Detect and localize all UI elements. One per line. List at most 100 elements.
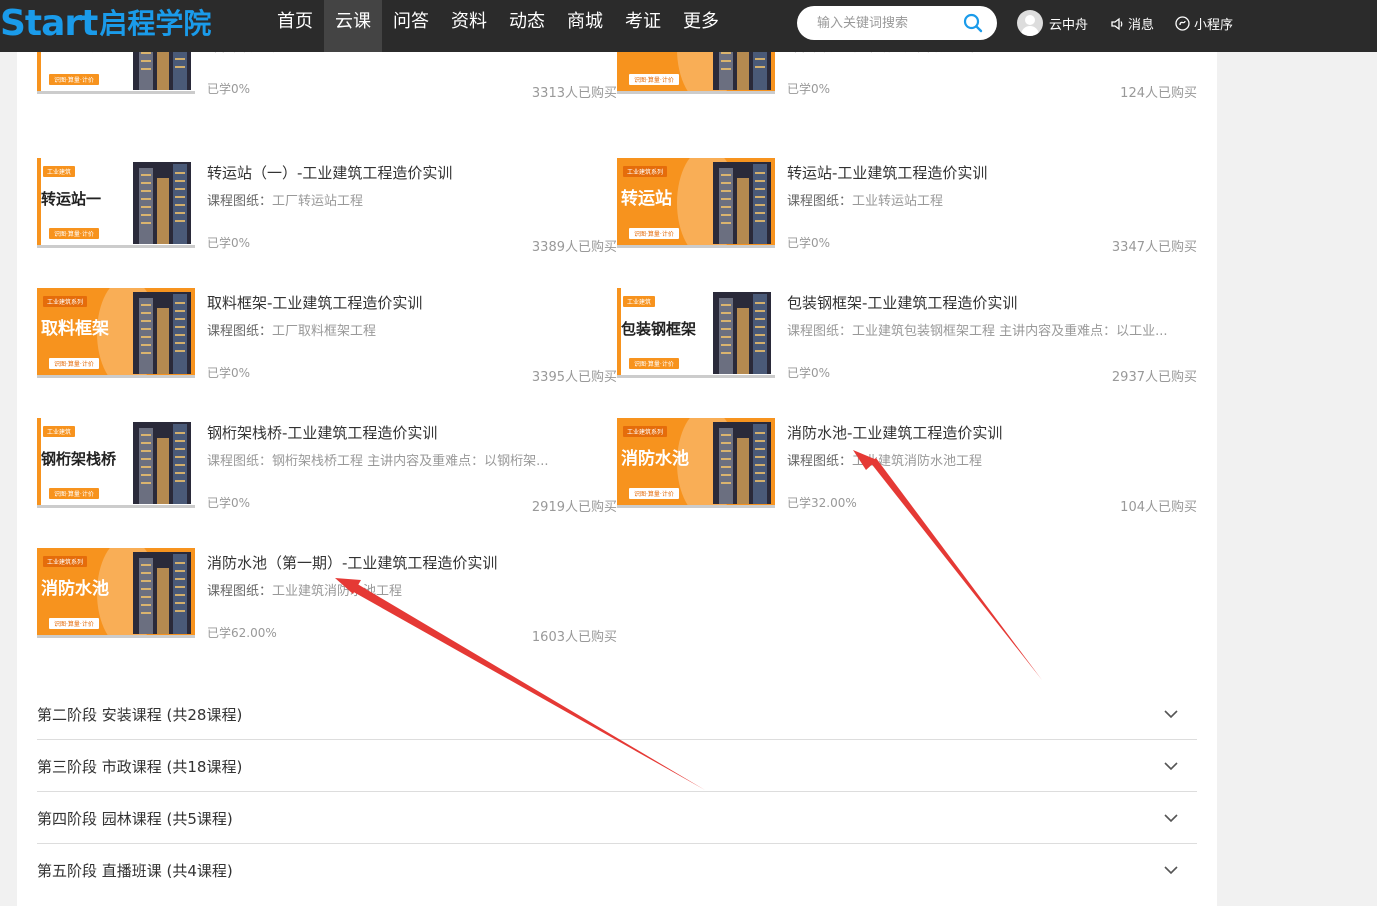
course-plan: 课程图纸：工业转运站工程: [787, 190, 1177, 209]
thumbnail-tag: 工业建筑系列: [623, 166, 668, 177]
chevron-down-icon: [1164, 710, 1178, 719]
messages-link[interactable]: 消息: [1110, 14, 1154, 33]
thumbnail-subtitle: 识图·算量·计价: [49, 618, 99, 629]
search-input[interactable]: [817, 6, 957, 40]
nav-more[interactable]: 更多: [672, 0, 730, 52]
nav-feed[interactable]: 动态: [498, 0, 556, 52]
course-bought-count: 124人已购买: [1120, 86, 1197, 101]
course-card[interactable]: 工业建筑系列 消防水池 识图·算量·计价 消防水池-工业建筑工程造价实训 课程图…: [617, 418, 1197, 515]
stage-label: 第三阶段 市政课程 (共18课程): [37, 758, 243, 776]
course-bought-count: 3347人已购买: [1111, 240, 1197, 255]
course-plan-label: 课程图纸：: [787, 324, 853, 339]
course-thumbnail[interactable]: 工业建筑 包装钢框架 识图·算量·计价: [617, 288, 775, 378]
course-progress: 已学0%: [787, 366, 831, 380]
course-thumbnail[interactable]: 工业建筑 钢桁架栈桥 识图·算量·计价: [37, 418, 195, 508]
course-card[interactable]: 工业建筑 钢桁架栈桥 识图·算量·计价 钢桁架栈桥-工业建筑工程造价实训 课程图…: [37, 418, 617, 515]
nav-cloud-course[interactable]: 云课: [324, 0, 382, 52]
messages-label: 消息: [1128, 18, 1155, 33]
stage-landscape[interactable]: 第四阶段 园林课程 (共5课程): [37, 792, 1197, 844]
thumbnail-tag: 工业建筑: [43, 426, 76, 437]
course-card[interactable]: 工业建筑 包装钢框架 识图·算量·计价 包装钢框架-工业建筑工程造价实训 课程图…: [617, 288, 1197, 385]
site-logo[interactable]: Start 启程学院: [0, 2, 211, 46]
top-nav-bar: Start 启程学院 首页 云课 问答 资料 动态 商城 考证 更多 云中舟 消…: [0, 0, 1377, 52]
course-title[interactable]: 取料框架-工业建筑工程造价实训: [207, 292, 422, 313]
building-image: [133, 552, 191, 634]
mini-program-link[interactable]: 小程序: [1175, 14, 1233, 33]
thumbnail-tag: 工业建筑: [623, 296, 656, 307]
course-title[interactable]: 钢桁架栈桥-工业建筑工程造价实训: [207, 422, 437, 443]
nav-resources[interactable]: 资料: [440, 0, 498, 52]
course-thumbnail[interactable]: 工业建筑系列 消防水池 识图·算量·计价: [617, 418, 775, 508]
course-title[interactable]: 转运站-工业建筑工程造价实训: [787, 162, 987, 183]
course-plan-label: 课程图纸：: [207, 324, 273, 339]
course-plan-value: 工业转运站工程: [852, 194, 944, 209]
nav-home[interactable]: 首页: [266, 0, 324, 52]
nav-qa[interactable]: 问答: [382, 0, 440, 52]
course-card[interactable]: 工业建筑系列 消防水池 识图·算量·计价 消防水池（第一期）-工业建筑工程造价实…: [37, 548, 617, 645]
course-progress: 已学0%: [207, 82, 251, 96]
course-plan: 课程图纸：钢桁架栈桥工程 主讲内容及重难点：以钢桁架...: [207, 450, 597, 469]
thumbnail-subtitle: 识图·算量·计价: [629, 358, 679, 369]
course-plan-value: 钢桁架栈桥工程 主讲内容及重难点：以钢桁架...: [272, 454, 549, 469]
course-progress: 已学0%: [207, 366, 251, 380]
course-bought-count: 2937人已购买: [1111, 370, 1197, 385]
course-plan: 课程图纸：工厂取料框架工程: [207, 320, 597, 339]
course-thumbnail[interactable]: 工业建筑系列 消防水池 识图·算量·计价: [37, 548, 195, 638]
stage-label: 第二阶段 安装课程 (共28课程): [37, 706, 243, 724]
thumbnail-title: 转运站: [621, 189, 672, 209]
main-nav: 首页 云课 问答 资料 动态 商城 考证 更多: [266, 0, 730, 52]
avatar: [1017, 10, 1043, 36]
course-list-panel: 工业建筑 拆除、改造、翻新工程 识图·算量·计价 课程图纸：无 已学0% 331…: [17, 4, 1217, 906]
course-plan-label: 课程图纸：: [787, 194, 853, 209]
thumbnail-subtitle: 识图·算量·计价: [49, 74, 99, 85]
course-title[interactable]: 消防水池-工业建筑工程造价实训: [787, 422, 1002, 443]
course-progress: 已学32.00%: [787, 496, 857, 510]
stage-label: 第四阶段 园林课程 (共5课程): [37, 810, 233, 828]
thumbnail-subtitle: 识图·算量·计价: [629, 74, 679, 85]
course-title[interactable]: 转运站（一）-工业建筑工程造价实训: [207, 162, 452, 183]
stage-live[interactable]: 第五阶段 直播班课 (共4课程): [37, 844, 1197, 896]
thumbnail-subtitle: 识图·算量·计价: [629, 228, 679, 239]
course-progress: 已学0%: [207, 496, 251, 510]
course-thumbnail[interactable]: 工业建筑系列 转运站 识图·算量·计价: [617, 158, 775, 248]
course-title[interactable]: 包装钢框架-工业建筑工程造价实训: [787, 292, 1017, 313]
stage-install[interactable]: 第二阶段 安装课程 (共28课程): [37, 688, 1197, 740]
course-plan-label: 课程图纸：: [207, 454, 273, 469]
thumbnail-title: 包装钢框架: [621, 320, 697, 338]
course-plan-value: 工业建筑消防水池工程: [272, 584, 403, 599]
course-bought-count: 3313人已购买: [531, 86, 617, 101]
course-progress: 已学62.00%: [207, 626, 277, 640]
course-bought-count: 3389人已购买: [531, 240, 617, 255]
chevron-down-icon: [1164, 762, 1178, 771]
course-title[interactable]: 消防水池（第一期）-工业建筑工程造价实训: [207, 552, 497, 573]
building-image: [713, 162, 771, 244]
stage-municipal[interactable]: 第三阶段 市政课程 (共18课程): [37, 740, 1197, 792]
course-card[interactable]: 工业建筑系列 转运站 识图·算量·计价 转运站-工业建筑工程造价实训 课程图纸：…: [617, 158, 1197, 255]
logo-text: 启程学院: [99, 7, 212, 40]
thumbnail-title: 消防水池: [621, 449, 689, 469]
nav-mall[interactable]: 商城: [556, 0, 614, 52]
thumbnail-title: 消防水池: [41, 579, 109, 599]
nav-exam[interactable]: 考证: [614, 0, 672, 52]
course-plan: 课程图纸：工业建筑包装钢框架工程 主讲内容及重难点：以工业...: [787, 320, 1177, 339]
course-plan-label: 课程图纸：: [787, 454, 853, 469]
building-image: [133, 422, 191, 504]
course-card[interactable]: 工业建筑系列 取料框架 识图·算量·计价 取料框架-工业建筑工程造价实训 课程图…: [37, 288, 617, 385]
course-thumbnail[interactable]: 工业建筑 转运站一 识图·算量·计价: [37, 158, 195, 248]
course-card[interactable]: 工业建筑 转运站一 识图·算量·计价 转运站（一）-工业建筑工程造价实训 课程图…: [37, 158, 617, 255]
thumbnail-tag: 工业建筑系列: [43, 296, 88, 307]
thumbnail-title: 钢桁架栈桥: [41, 450, 117, 468]
building-image: [133, 162, 191, 244]
course-plan-label: 课程图纸：: [207, 584, 273, 599]
building-image: [713, 292, 771, 374]
user-menu[interactable]: 云中舟: [1017, 10, 1088, 36]
thumbnail-tag: 工业建筑系列: [623, 426, 668, 437]
search-icon[interactable]: [963, 13, 983, 33]
building-image: [133, 292, 191, 374]
thumbnail-tag: 工业建筑: [43, 166, 76, 177]
mini-program-label: 小程序: [1194, 18, 1234, 33]
course-thumbnail[interactable]: 工业建筑系列 取料框架 识图·算量·计价: [37, 288, 195, 378]
logo-mark: Start: [0, 3, 98, 44]
course-plan: 课程图纸：工厂转运站工程: [207, 190, 597, 209]
thumbnail-title: 取料框架: [41, 319, 109, 339]
